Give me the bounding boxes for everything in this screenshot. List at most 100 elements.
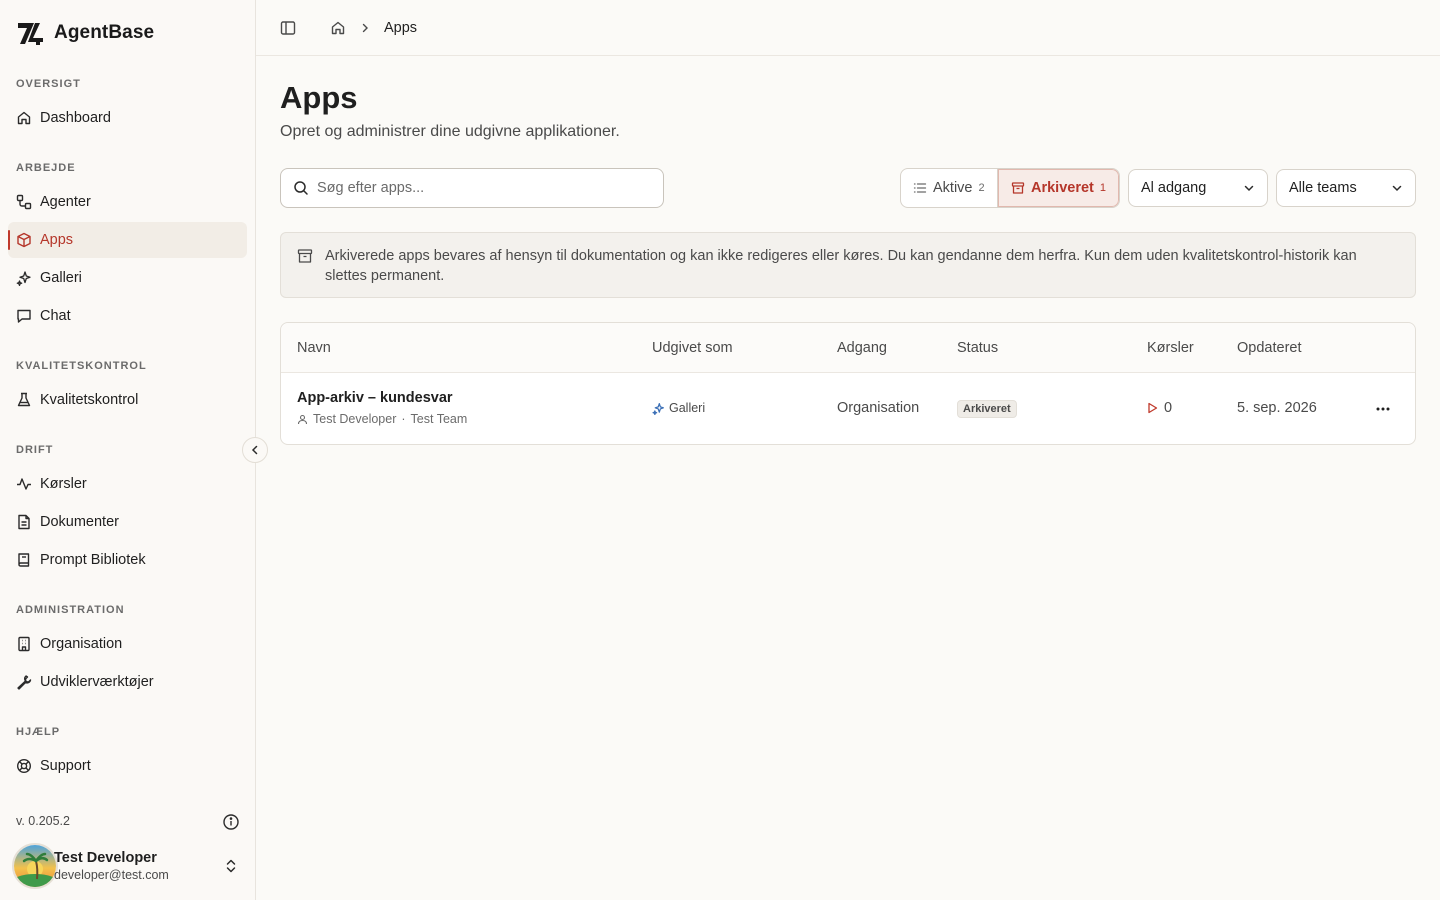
- sidebar-item-label: Apps: [40, 232, 74, 248]
- filter-active-button[interactable]: Aktive 2: [901, 169, 998, 207]
- archive-icon: [1011, 181, 1025, 195]
- list-icon: [913, 181, 927, 195]
- sidebar-item-dokumenter[interactable]: Dokumenter: [8, 504, 247, 540]
- apps-table: Navn Udgivet som Adgang Status Kørsler O…: [280, 322, 1416, 445]
- book-icon: [16, 552, 32, 568]
- published-as: Galleri: [652, 401, 705, 415]
- play-icon: [1147, 402, 1158, 414]
- sidebar-item-chat[interactable]: Chat: [8, 298, 247, 334]
- teams-select[interactable]: Alle teams: [1276, 169, 1416, 207]
- sidebar-item-udviklervaerktojer[interactable]: Udviklerværktøjer: [8, 664, 247, 700]
- table-row[interactable]: App-arkiv – kundesvar Test Developer · T…: [281, 373, 1415, 445]
- brand-name: AgentBase: [54, 22, 155, 43]
- sidebar-item-label: Chat: [40, 308, 71, 324]
- workflow-icon: [16, 194, 32, 210]
- sidebar-item-dashboard[interactable]: Dashboard: [8, 100, 247, 136]
- more-horizontal-icon: [1375, 407, 1391, 411]
- teams-select-value: Alle teams: [1289, 180, 1357, 196]
- brand[interactable]: AgentBase: [16, 18, 154, 48]
- chevron-down-icon: [1243, 182, 1255, 194]
- updated-date: 5. sep. 2026: [1237, 400, 1317, 416]
- filter-archived-button[interactable]: Arkiveret 1: [998, 169, 1119, 207]
- brand-logo-icon: [16, 20, 46, 46]
- wrench-icon: [16, 674, 32, 690]
- chat-icon: [16, 308, 32, 324]
- breadcrumb-current: Apps: [384, 19, 418, 36]
- document-icon: [16, 514, 32, 530]
- archive-notice: Arkiverede apps bevares af hensyn til do…: [280, 232, 1416, 298]
- sidebar-item-support[interactable]: Support: [8, 748, 247, 784]
- box-icon: [16, 232, 32, 248]
- sidebar-item-kvalitetskontrol[interactable]: Kvalitetskontrol: [8, 382, 247, 418]
- user-menu[interactable]: Test Developer developer@test.com: [12, 842, 248, 890]
- filter-active-label: Aktive: [933, 180, 973, 196]
- section-title-oversigt: OVERSIGT: [16, 78, 81, 90]
- sidebar-item-galleri[interactable]: Galleri: [8, 260, 247, 296]
- sidebar-item-label: Kørsler: [40, 476, 87, 492]
- published-as-label: Galleri: [669, 401, 706, 415]
- sparkles-icon: [16, 270, 32, 286]
- lifebuoy-icon: [16, 758, 32, 774]
- search-input[interactable]: [317, 180, 637, 196]
- access-value: Organisation: [837, 400, 920, 416]
- sidebar-item-label: Kvalitetskontrol: [40, 392, 139, 408]
- row-actions-button[interactable]: [1369, 397, 1397, 421]
- sidebar-toggle-icon[interactable]: [280, 20, 296, 36]
- filter-active-count: 2: [978, 182, 985, 194]
- sidebar-item-apps[interactable]: Apps: [8, 222, 247, 258]
- section-title-drift: DRIFT: [16, 444, 54, 456]
- column-header-adgang[interactable]: Adgang: [837, 340, 887, 356]
- section-title-arbejde: ARBEJDE: [16, 162, 76, 174]
- sidebar-item-label: Galleri: [40, 270, 82, 286]
- info-icon[interactable]: [222, 813, 240, 831]
- sidebar-item-agenter[interactable]: Agenter: [8, 184, 247, 220]
- section-title-administration: ADMINISTRATION: [16, 604, 125, 616]
- sparkles-icon: [652, 402, 665, 415]
- archive-icon: [297, 246, 313, 284]
- access-select[interactable]: Al adgang: [1128, 169, 1268, 207]
- chevrons-up-down-icon: [224, 858, 238, 874]
- sidebar: AgentBase OVERSIGT Dashboard ARBEJDE Age…: [0, 0, 256, 900]
- column-header-opdateret[interactable]: Opdateret: [1237, 340, 1302, 356]
- sidebar-item-prompt-bibliotek[interactable]: Prompt Bibliotek: [8, 542, 247, 578]
- column-header-status[interactable]: Status: [957, 340, 998, 356]
- user-email: developer@test.com: [54, 868, 169, 882]
- sidebar-item-label: Dokumenter: [40, 514, 119, 530]
- runs-value: 0: [1164, 400, 1173, 416]
- search-icon: [293, 180, 309, 196]
- runs-count: 0: [1147, 400, 1172, 416]
- filter-archived-label: Arkiveret: [1031, 180, 1094, 196]
- sidebar-item-organisation[interactable]: Organisation: [8, 626, 247, 662]
- building-icon: [16, 636, 32, 652]
- section-title-hjaelp: HJÆLP: [16, 726, 61, 738]
- column-header-udgivet-som[interactable]: Udgivet som: [652, 340, 733, 356]
- sidebar-item-label: Dashboard: [40, 110, 111, 126]
- meta-separator: ·: [401, 412, 406, 426]
- top-bar: Apps: [256, 0, 1440, 56]
- app-name[interactable]: App-arkiv – kundesvar: [297, 390, 453, 406]
- sidebar-item-korsler[interactable]: Kørsler: [8, 466, 247, 502]
- app-meta: Test Developer · Test Team: [297, 412, 467, 426]
- page-subtitle: Opret og administrer dine udgivne applik…: [280, 123, 620, 140]
- collapse-sidebar-button[interactable]: [242, 437, 268, 463]
- user-name: Test Developer: [54, 850, 157, 866]
- status-badge: Arkiveret: [957, 400, 1017, 418]
- app-owner: Test Developer: [313, 412, 397, 426]
- filter-archived-count: 1: [1099, 182, 1106, 194]
- search-box[interactable]: [280, 168, 664, 208]
- chevron-left-icon: [249, 444, 261, 456]
- breadcrumb-home-icon[interactable]: [330, 20, 346, 36]
- status-filter: Aktive 2 Arkiveret 1: [900, 168, 1120, 208]
- sidebar-item-label: Agenter: [40, 194, 91, 210]
- section-title-kvalitetskontrol: KVALITETSKONTROL: [16, 360, 147, 372]
- sidebar-item-label: Support: [40, 758, 91, 774]
- column-header-korsler[interactable]: Kørsler: [1147, 340, 1194, 356]
- sidebar-item-label: Udviklerværktøjer: [40, 674, 154, 690]
- column-header-navn[interactable]: Navn: [297, 340, 331, 356]
- access-select-value: Al adgang: [1141, 180, 1207, 196]
- page-title: Apps: [280, 80, 358, 115]
- sidebar-item-label: Organisation: [40, 636, 123, 652]
- activity-icon: [16, 476, 32, 492]
- chevron-right-icon: [360, 23, 370, 33]
- sidebar-item-label: Prompt Bibliotek: [40, 552, 146, 568]
